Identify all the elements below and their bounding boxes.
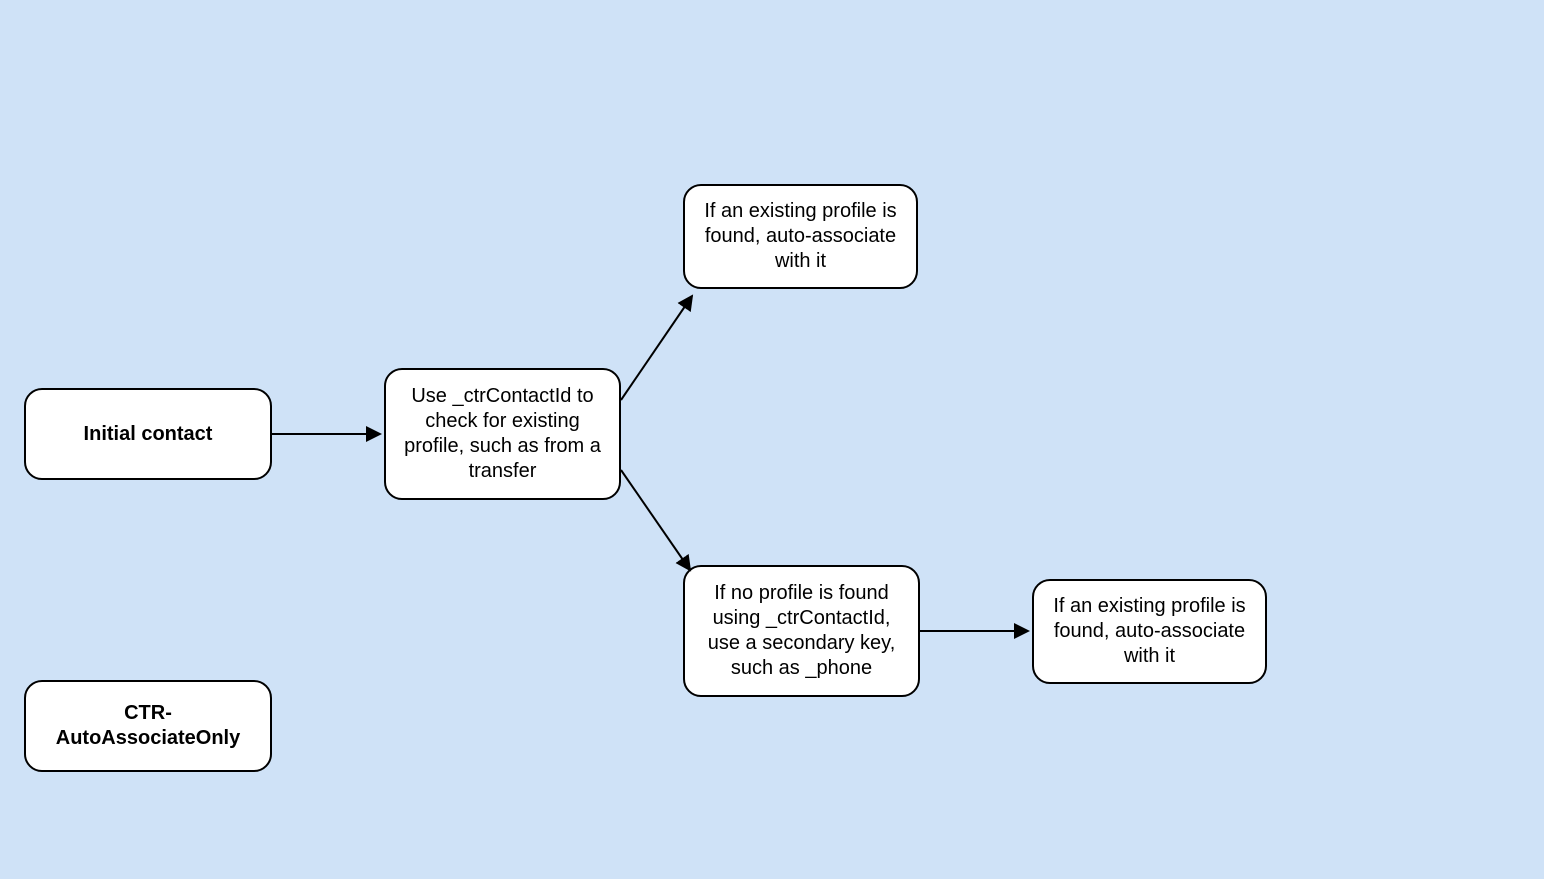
node-label: Use _ctrContactId to check for existing … <box>396 384 609 484</box>
diagram-canvas: Initial contact Use _ctrContactId to che… <box>0 0 1544 879</box>
edge-check-to-found-top <box>621 296 692 400</box>
node-found-associate-top: If an existing profile is found, auto-as… <box>683 184 918 289</box>
node-found-associate-right: If an existing profile is found, auto-as… <box>1032 579 1267 684</box>
node-label: Initial contact <box>84 422 213 447</box>
node-label: If no profile is found using _ctrContact… <box>695 581 908 681</box>
node-legend-ctr-autoassociateonly: CTR-AutoAssociateOnly <box>24 680 272 772</box>
edge-check-to-notfound <box>621 470 690 570</box>
node-label: CTR-AutoAssociateOnly <box>36 701 260 751</box>
node-initial-contact: Initial contact <box>24 388 272 480</box>
node-not-found-secondary: If no profile is found using _ctrContact… <box>683 565 920 697</box>
node-label: If an existing profile is found, auto-as… <box>1044 594 1255 669</box>
node-label: If an existing profile is found, auto-as… <box>695 199 906 274</box>
node-check-profile: Use _ctrContactId to check for existing … <box>384 368 621 500</box>
